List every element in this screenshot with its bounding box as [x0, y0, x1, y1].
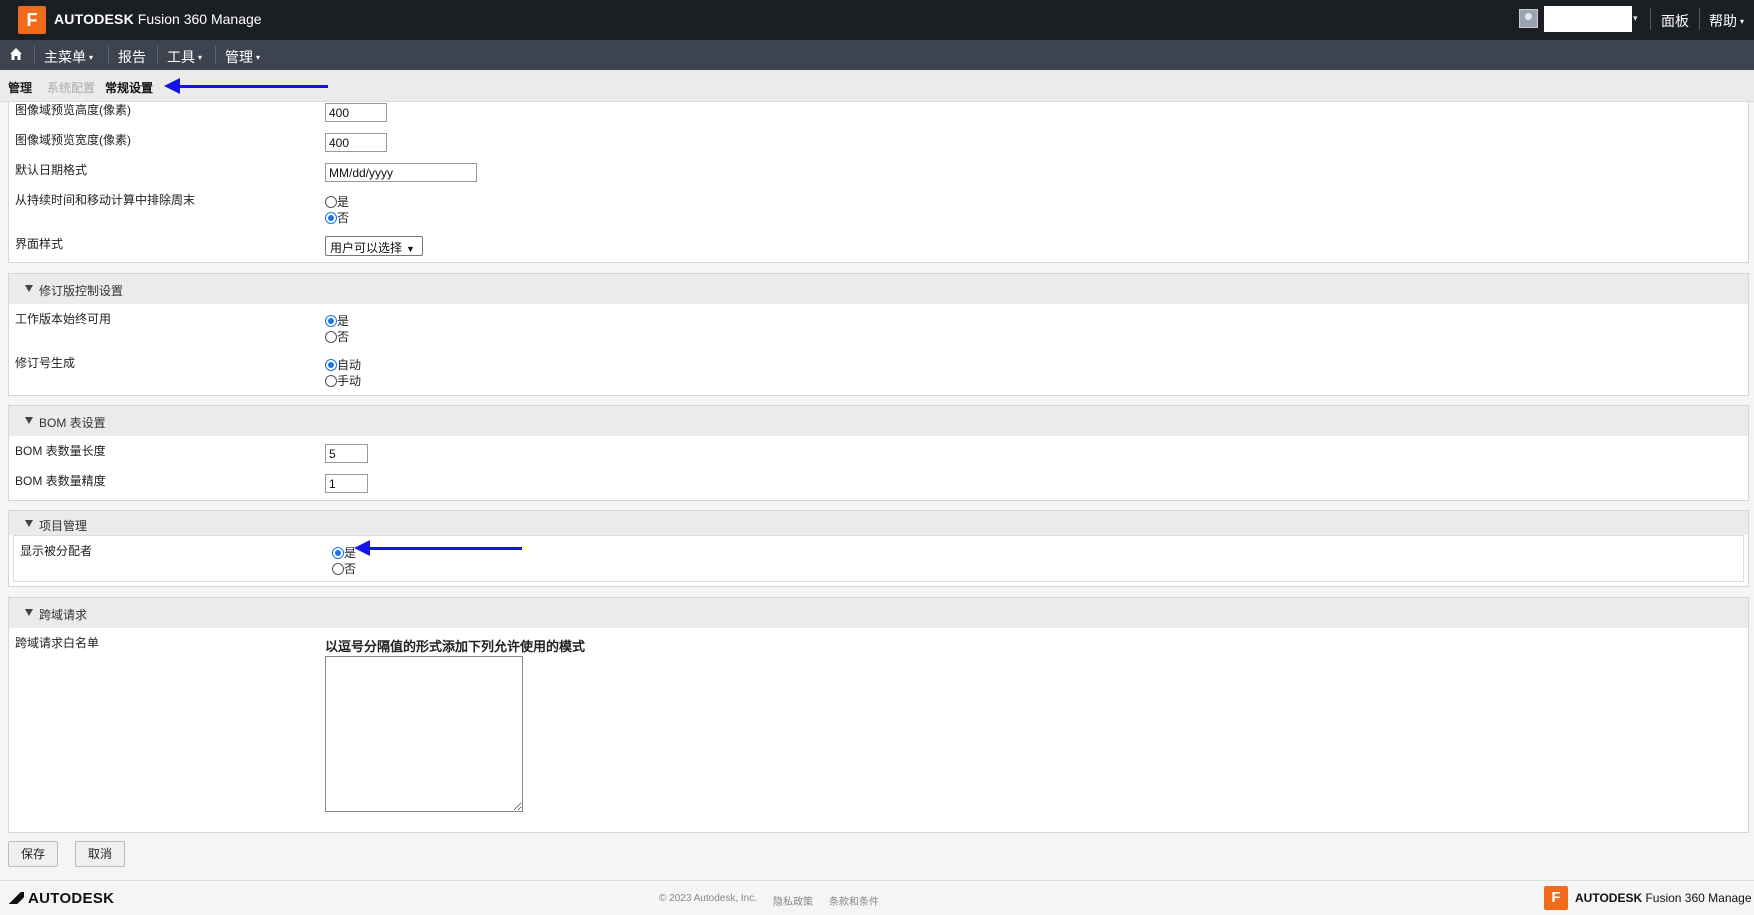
cors-whitelist-label: 跨域请求白名单 — [15, 636, 100, 650]
annotation-arrow — [164, 78, 328, 94]
rev-gen-label: 修订号生成 — [15, 356, 76, 370]
cors-hint: 以逗号分隔值的形式添加下列允许使用的模式 — [325, 639, 586, 654]
radio-button[interactable] — [332, 547, 344, 559]
nav-reports[interactable]: 报告 — [118, 47, 146, 67]
footer: AUTODESK © 2023 Autodesk, Inc. 隐私政策 条款和条… — [0, 880, 1754, 915]
breadcrumb: 管理 系统配置 常规设置 — [0, 70, 1754, 102]
breadcrumb-general-settings: 常规设置 — [105, 81, 154, 95]
revision-control-panel: 修订版控制设置 工作版本始终可用 是 否 修订号生成 自动 手动 — [8, 273, 1749, 396]
radio-button[interactable] — [325, 359, 337, 371]
working-version-no[interactable]: 否 — [325, 328, 349, 345]
bom-qty-length-input[interactable] — [325, 444, 368, 463]
bom-panel-title: BOM 表设置 — [39, 416, 106, 430]
date-format-input[interactable] — [325, 163, 477, 182]
radio-button[interactable] — [325, 315, 337, 327]
divider — [1650, 8, 1651, 30]
fusion-logo-icon[interactable]: F — [18, 6, 46, 34]
show-assignee-no[interactable]: 否 — [332, 560, 356, 577]
show-assignee-yes[interactable]: 是 — [332, 544, 356, 561]
divider — [215, 46, 216, 64]
cancel-button[interactable]: 取消 — [75, 841, 125, 867]
divider — [157, 46, 158, 64]
exclude-weekend-yes[interactable]: 是 — [325, 193, 349, 210]
exclude-weekend-no[interactable]: 否 — [325, 209, 349, 226]
revision-panel-title: 修订版控制设置 — [39, 284, 124, 298]
collapse-triangle-icon[interactable] — [25, 417, 33, 424]
divider — [34, 46, 35, 64]
home-icon[interactable] — [8, 46, 24, 62]
cors-panel-header[interactable]: 跨域请求 — [9, 598, 1748, 628]
ui-style-select[interactable]: 用户可以选择 ▼ — [325, 236, 423, 256]
help-menu[interactable]: 帮助 ▾ — [1709, 11, 1744, 31]
bom-qty-precision-label: BOM 表数量精度 — [15, 474, 106, 488]
breadcrumb-admin[interactable]: 管理 — [8, 79, 32, 96]
main-nav: 主菜单 ▾ 报告 工具 ▾ 管理 ▾ — [0, 40, 1754, 70]
bom-panel-header[interactable]: BOM 表设置 — [9, 406, 1748, 436]
user-name-box[interactable] — [1544, 6, 1632, 32]
img-width-input[interactable] — [325, 133, 387, 152]
footer-brand: AUTODESK Fusion 360 Manage — [1575, 891, 1752, 905]
fusion-footer-logo-icon: F — [1544, 886, 1568, 910]
cors-panel-title: 跨域请求 — [39, 608, 88, 622]
copyright-text: © 2023 Autodesk, Inc. — [659, 893, 757, 904]
privacy-link[interactable]: 隐私政策 — [773, 893, 813, 908]
user-menu-caret-icon[interactable]: ▾ — [1633, 13, 1638, 24]
cors-panel: 跨域请求 跨域请求白名单 以逗号分隔值的形式添加下列允许使用的模式 — [8, 597, 1749, 833]
cors-whitelist-textarea[interactable] — [325, 656, 523, 812]
save-button[interactable]: 保存 — [8, 841, 58, 867]
bom-settings-panel: BOM 表设置 BOM 表数量长度 BOM 表数量精度 — [8, 405, 1749, 501]
collapse-triangle-icon[interactable] — [25, 520, 33, 527]
divider — [1699, 8, 1700, 30]
working-version-label: 工作版本始终可用 — [15, 312, 112, 326]
bom-qty-length-label: BOM 表数量长度 — [15, 444, 106, 458]
img-width-label: 图像域预览宽度(像素) — [15, 133, 131, 147]
annotation-arrow — [354, 540, 522, 556]
revision-panel-header[interactable]: 修订版控制设置 — [9, 274, 1748, 304]
user-avatar-icon[interactable] — [1519, 9, 1538, 28]
show-assignee-label: 显示被分配者 — [20, 544, 93, 558]
nav-admin[interactable]: 管理 ▾ — [225, 47, 260, 67]
dashboard-link[interactable]: 面板 — [1661, 11, 1689, 31]
radio-button[interactable] — [332, 563, 344, 575]
project-panel-body: 显示被分配者 是 否 — [13, 535, 1744, 582]
date-format-label: 默认日期格式 — [15, 163, 88, 177]
collapse-triangle-icon[interactable] — [25, 609, 33, 616]
bom-qty-precision-input[interactable] — [325, 474, 368, 493]
rev-gen-auto[interactable]: 自动 — [325, 356, 361, 373]
rev-gen-manual[interactable]: 手动 — [325, 372, 361, 389]
terms-link[interactable]: 条款和条件 — [829, 893, 879, 908]
autodesk-footer-logo[interactable]: AUTODESK — [8, 890, 114, 907]
nav-main-menu[interactable]: 主菜单 ▾ — [44, 47, 93, 67]
radio-button[interactable] — [325, 331, 337, 343]
divider — [108, 46, 109, 64]
collapse-triangle-icon[interactable] — [25, 285, 33, 292]
nav-tools[interactable]: 工具 ▾ — [167, 47, 202, 67]
radio-button[interactable] — [325, 196, 337, 208]
img-height-input[interactable] — [325, 103, 387, 122]
project-management-panel: 项目管理 显示被分配者 是 否 — [8, 510, 1749, 587]
general-settings-panel: 图像域预览高度(像素) 图像域预览宽度(像素) 默认日期格式 从持续时间和移动计… — [8, 102, 1749, 263]
breadcrumb-system-config[interactable]: 系统配置 — [47, 79, 95, 96]
project-panel-title: 项目管理 — [39, 519, 88, 533]
autodesk-mark-icon — [8, 892, 24, 904]
exclude-weekend-label: 从持续时间和移动计算中排除周末 — [15, 193, 196, 207]
img-height-label: 图像域预览高度(像素) — [15, 103, 131, 117]
project-panel-header[interactable]: 项目管理 — [9, 511, 1748, 535]
working-version-yes[interactable]: 是 — [325, 312, 349, 329]
radio-button[interactable] — [325, 375, 337, 387]
ui-style-label: 界面样式 — [15, 237, 64, 251]
radio-button[interactable] — [325, 212, 337, 224]
app-title[interactable]: AUTODESK Fusion 360 Manage — [54, 11, 262, 27]
top-bar: F AUTODESK Fusion 360 Manage ▾ 面板 帮助 ▾ — [0, 0, 1754, 40]
chevron-down-icon: ▼ — [406, 244, 415, 254]
settings-content: 图像域预览高度(像素) 图像域预览宽度(像素) 默认日期格式 从持续时间和移动计… — [0, 102, 1754, 880]
